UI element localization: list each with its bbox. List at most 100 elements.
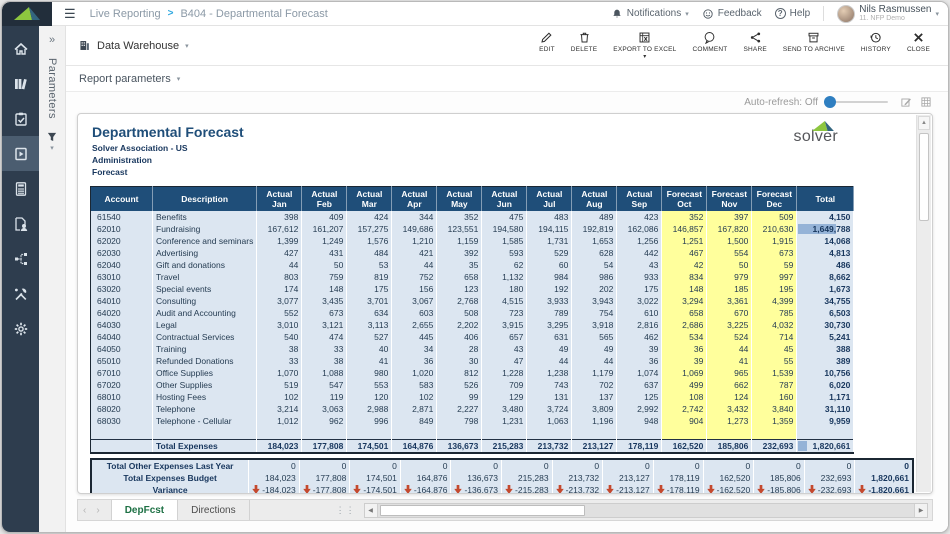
action-close-button[interactable]: CLOSE — [899, 31, 938, 60]
action-delete-button[interactable]: DELETE — [563, 31, 606, 60]
top-bar: ☰ Live Reporting > B404 - Departmental F… — [2, 2, 948, 26]
sidebar-item-budgeting[interactable] — [2, 171, 39, 206]
sidebar-item-data-entry[interactable] — [2, 206, 39, 241]
value-cell: 162,520 — [703, 472, 754, 484]
account-row[interactable]: 63010Travel8037598197526581,132984986933… — [91, 271, 854, 283]
report-parameters-row[interactable]: Report parameters ▾ — [66, 66, 948, 92]
value-cell: 637 — [617, 379, 662, 391]
col-month: ActualSep — [617, 186, 662, 211]
value-cell: 489 — [572, 211, 617, 223]
sidebar-item-admin-tools[interactable] — [2, 276, 39, 311]
sidebar-item-reporting[interactable] — [2, 136, 39, 171]
value-cell: 499 — [662, 379, 707, 391]
value-cell: 123,551 — [437, 223, 482, 235]
main-area: Data Warehouse ▾ EDITDELETEEXPORT TO EXC… — [66, 26, 948, 532]
vertical-scrollbar[interactable]: ▲ — [916, 115, 931, 492]
value-cell: 0 — [451, 459, 502, 472]
value-cell: 398 — [257, 211, 302, 223]
app-window: ☰ Live Reporting > B404 - Departmental F… — [1, 1, 949, 533]
sidebar-item-settings[interactable] — [2, 311, 39, 346]
account-row[interactable]: 64010Consulting3,0773,4353,7013,0672,768… — [91, 295, 854, 307]
value-cell: 28 — [437, 343, 482, 355]
down-arrow-icon — [858, 485, 866, 493]
data-source-selector[interactable]: Data Warehouse ▾ — [78, 39, 189, 52]
slider-knob[interactable] — [824, 96, 836, 108]
parameters-panel-collapsed: » Parameters ▾ — [39, 26, 66, 532]
account-row[interactable]: 65010Refunded Donations33384136304744443… — [91, 355, 854, 367]
account-row[interactable]: 61540Benefits398409424344352475483489423… — [91, 211, 854, 223]
breadcrumb-section[interactable]: Live Reporting — [90, 8, 161, 20]
app-frame: » Parameters ▾ Data Warehouse ▾ EDITDELE… — [2, 26, 948, 532]
account-row[interactable]: 63020Special events174148175156123180192… — [91, 283, 854, 295]
expand-panel-icon[interactable]: » — [49, 35, 55, 46]
action-share-button[interactable]: SHARE — [735, 31, 774, 60]
action-export-to-excel-button[interactable]: EXPORT TO EXCEL▾ — [605, 31, 684, 60]
action-send-to-archive-button[interactable]: SEND TO ARCHIVE — [775, 31, 853, 60]
value-cell: 0 — [299, 459, 350, 472]
account-row[interactable]: 64020Audit and Accounting552673634603508… — [91, 307, 854, 319]
value-cell: 43 — [482, 343, 527, 355]
value-cell: 389 — [797, 355, 854, 367]
sidebar-item-process[interactable] — [2, 241, 39, 276]
account-row[interactable]: 68010Hosting Fees10211912010299129131137… — [91, 391, 854, 403]
solver-triangle-icon — [14, 7, 40, 20]
help-button[interactable]: ? Help — [775, 8, 811, 19]
account-row[interactable]: 67010Office Supplies1,0701,0889801,02081… — [91, 367, 854, 379]
vertical-scroll-thumb[interactable] — [919, 133, 929, 221]
value-cell: 962 — [302, 415, 347, 427]
value-cell: 628 — [572, 247, 617, 259]
account-row[interactable]: 64040Contractual Services540474527445406… — [91, 331, 854, 343]
solver-logo-icon[interactable] — [2, 2, 52, 26]
help-label: Help — [790, 8, 811, 19]
sidebar-item-assignments[interactable] — [2, 101, 39, 136]
user-menu[interactable]: Nils Rasmussen 11. NFP Demo ▾ — [837, 4, 939, 23]
auto-refresh-slider[interactable] — [826, 101, 888, 103]
account-row[interactable]: 62040Gift and donations44505344356260544… — [91, 259, 854, 271]
scroll-up-icon[interactable]: ▲ — [918, 116, 930, 130]
value-cell: 44 — [527, 355, 572, 367]
value-cell — [392, 427, 437, 439]
value-cell: 996 — [347, 415, 392, 427]
sidebar-item-library[interactable] — [2, 66, 39, 101]
scroll-right-icon[interactable]: ▶ — [914, 504, 927, 517]
value-cell: 162,086 — [617, 223, 662, 235]
account-row[interactable]: 68030Telephone - Cellular1,0129629968497… — [91, 415, 854, 427]
account-row[interactable]: 62030Advertising427431484421392593529628… — [91, 247, 854, 259]
horizontal-scroll-thumb[interactable] — [380, 505, 585, 516]
sheet-tab-depfcst[interactable]: DepFcst — [111, 500, 178, 520]
notifications-button[interactable]: Notifications ▾ — [611, 8, 689, 20]
value-cell: 529 — [527, 247, 572, 259]
col-month: ActualMar — [347, 186, 392, 211]
account-row[interactable]: 67020Other Supplies519547553583526709743… — [91, 379, 854, 391]
account-row[interactable]: 62020Conference and seminars1,3991,2491,… — [91, 235, 854, 247]
action-comment-button[interactable]: COMMENT — [685, 31, 736, 60]
account-row[interactable]: 64030Legal3,0103,1213,1132,6552,2023,915… — [91, 319, 854, 331]
tab-scroll-right-icon[interactable]: › — [91, 505, 104, 516]
edit-box-icon[interactable] — [900, 96, 912, 108]
value-cell: 1,159 — [437, 235, 482, 247]
value-cell: 1,256 — [617, 235, 662, 247]
feedback-button[interactable]: Feedback — [702, 8, 762, 20]
solver-triangle-icon — [812, 121, 834, 131]
scroll-left-icon[interactable]: ◀ — [365, 504, 378, 517]
value-cell: 9,959 — [797, 415, 854, 427]
filter-button[interactable]: ▾ — [46, 131, 58, 152]
account-row[interactable]: 64050Training383340342843494939364445388 — [91, 343, 854, 355]
action-history-button[interactable]: HISTORY — [853, 31, 899, 60]
feedback-label: Feedback — [718, 8, 762, 19]
menu-icon[interactable]: ☰ — [64, 7, 76, 20]
tab-scroll-left-icon[interactable]: ‹ — [78, 505, 91, 516]
value-cell: 0 — [855, 459, 913, 472]
horizontal-scrollbar[interactable]: ◀ ▶ — [364, 503, 928, 518]
account-cell: 68030 — [91, 415, 153, 427]
action-edit-button[interactable]: EDIT — [531, 31, 563, 60]
value-cell: 3,809 — [572, 403, 617, 415]
account-row[interactable]: 62010Fundraising167,612161,207157,275149… — [91, 223, 854, 235]
account-row[interactable]: 68020Telephone3,2143,0632,9882,8712,2273… — [91, 403, 854, 415]
splitter-handle[interactable]: ⋮⋮ — [336, 505, 356, 516]
value-cell: 634 — [347, 307, 392, 319]
grid-icon[interactable] — [920, 96, 932, 108]
sidebar-item-home[interactable] — [2, 31, 39, 66]
sheet-tab-directions[interactable]: Directions — [178, 500, 249, 520]
down-arrow-icon — [757, 485, 765, 493]
